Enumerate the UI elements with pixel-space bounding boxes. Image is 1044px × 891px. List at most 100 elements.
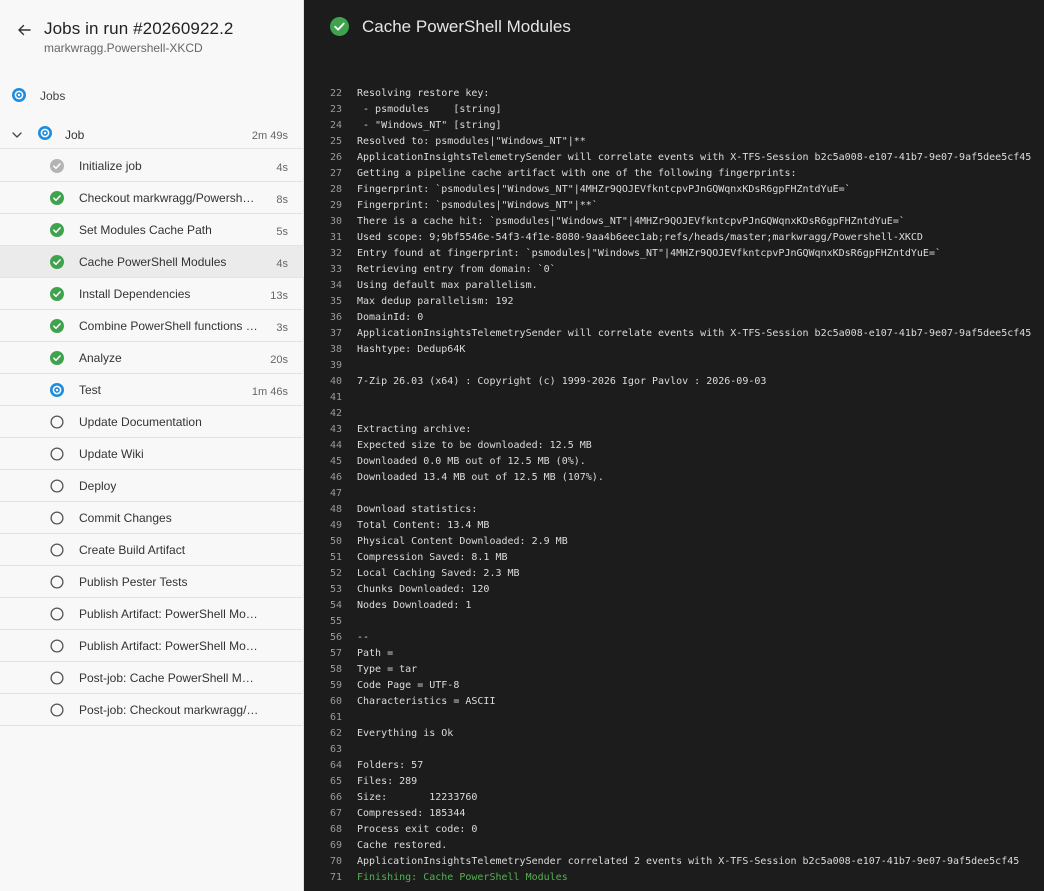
step-combine-powershell-functions-int[interactable]: Combine PowerShell functions int... 3s [0, 310, 304, 342]
step-publish-artifact-powershell-module[interactable]: Publish Artifact: PowerShell Module [0, 630, 304, 662]
log-line: 57 Path = [305, 646, 1044, 662]
log-line: 71 Finishing: Cache PowerShell Modules [305, 870, 1044, 886]
check-circle-icon [50, 159, 64, 173]
step-initialize-job[interactable]: Initialize job 4s [0, 150, 304, 182]
line-text: Fingerprint: `psmodules|"Windows_NT"|**` [357, 200, 598, 211]
check-circle-icon [50, 351, 64, 365]
log-line: 68 Process exit code: 0 [305, 822, 1044, 838]
line-number: 48 [329, 504, 342, 515]
line-text: DomainId: 0 [357, 312, 424, 323]
line-number: 40 [329, 376, 342, 387]
log-line: 59 Code Page = UTF-8 [305, 678, 1044, 694]
step-label: Create Build Artifact [79, 543, 186, 557]
step-label: Publish Artifact: PowerShell Module ... [79, 607, 259, 621]
log-line: 55 [305, 614, 1044, 630]
log-line: 27 Getting a pipeline cache artifact with… [305, 166, 1044, 182]
log-line: 69 Cache restored. [305, 838, 1044, 854]
jobs-section[interactable]: Jobs [0, 84, 304, 108]
line-number: 33 [329, 264, 342, 275]
arrow-left-icon[interactable] [16, 22, 32, 38]
step-publish-pester-tests[interactable]: Publish Pester Tests [0, 566, 304, 598]
log-line: 65 Files: 289 [305, 774, 1044, 790]
step-set-modules-cache-path[interactable]: Set Modules Cache Path 5s [0, 214, 304, 246]
line-number: 46 [329, 472, 342, 483]
line-number: 50 [329, 536, 342, 547]
line-text: Resolved to: psmodules|"Windows_NT"|** [357, 136, 586, 147]
step-label: Set Modules Cache Path [79, 223, 212, 237]
step-post-job-cache-powershell-modules[interactable]: Post-job: Cache PowerShell Modules [0, 662, 304, 694]
line-text: Finishing: Cache PowerShell Modules [357, 872, 568, 883]
line-text: Code Page = UTF-8 [357, 680, 460, 691]
step-update-documentation[interactable]: Update Documentation [0, 406, 304, 438]
empty-circle-icon [50, 575, 64, 589]
line-text: Fingerprint: `psmodules|"Windows_NT"|4MH… [357, 184, 851, 195]
log-line: 67 Compressed: 185344 [305, 806, 1044, 822]
line-text: Compression Saved: 8.1 MB [357, 552, 508, 563]
step-publish-artifact-powershell-module[interactable]: Publish Artifact: PowerShell Module ... [0, 598, 304, 630]
line-number: 41 [329, 392, 342, 403]
line-number: 51 [329, 552, 342, 563]
log-line: 23 - psmodules [string] [305, 102, 1044, 118]
line-number: 58 [329, 664, 342, 675]
line-text: Process exit code: 0 [357, 824, 478, 835]
running-spinner-icon [50, 383, 64, 397]
step-label: Initialize job [79, 159, 142, 173]
empty-circle-icon [50, 703, 64, 717]
log-line: 56 -- [305, 630, 1044, 646]
line-text: Local Caching Saved: 2.3 MB [357, 568, 520, 579]
step-commit-changes[interactable]: Commit Changes [0, 502, 304, 534]
job-row[interactable]: Job 2m 49s [0, 122, 304, 149]
step-deploy[interactable]: Deploy [0, 470, 304, 502]
step-cache-powershell-modules[interactable]: Cache PowerShell Modules 4s [0, 246, 304, 278]
line-number: 60 [329, 696, 342, 707]
step-label: Cache PowerShell Modules [79, 255, 227, 269]
step-duration: 13s [270, 290, 288, 302]
step-install-dependencies[interactable]: Install Dependencies 13s [0, 278, 304, 310]
line-text: - psmodules [string] [357, 104, 502, 115]
log-line: 49 Total Content: 13.4 MB [305, 518, 1044, 534]
log-line: 62 Everything is Ok [305, 726, 1044, 742]
empty-circle-icon [50, 607, 64, 621]
job-duration: 2m 49s [251, 130, 288, 142]
log-line: 24 - "Windows_NT" [string] [305, 118, 1044, 134]
log-line: 31 Used scope: 9;9bf5546e-54f3-4f1e-8080-… [305, 230, 1044, 246]
step-duration: 4s [276, 258, 288, 270]
log-line: 34 Using default max parallelism. [305, 278, 1044, 294]
log-line: 66 Size: 12233760 [305, 790, 1044, 806]
chevron-down-icon[interactable] [10, 128, 24, 142]
line-number: 26 [329, 152, 342, 163]
log-output[interactable]: 22 Resolving restore key: 23 - psmodules [… [305, 72, 1044, 891]
log-line: 61 [305, 710, 1044, 726]
line-number: 22 [329, 88, 342, 99]
log-line: 28 Fingerprint: `psmodules|"Windows_NT"|4… [305, 182, 1044, 198]
step-analyze[interactable]: Analyze 20s [0, 342, 304, 374]
step-test[interactable]: Test 1m 46s [0, 374, 304, 406]
line-text: Cache restored. [357, 840, 448, 851]
log-line: 42 [305, 406, 1044, 422]
log-line: 70 ApplicationInsightsTelemetrySender cor… [305, 854, 1044, 870]
step-label: Commit Changes [79, 511, 172, 525]
empty-circle-icon [50, 671, 64, 685]
log-line: 52 Local Caching Saved: 2.3 MB [305, 566, 1044, 582]
line-number: 63 [329, 744, 342, 755]
log-panel: Cache PowerShell Modules 22 Resolving res… [305, 0, 1044, 891]
line-text: Downloaded 0.0 MB out of 12.5 MB (0%). [357, 456, 586, 467]
line-number: 45 [329, 456, 342, 467]
line-number: 70 [329, 856, 342, 867]
line-number: 68 [329, 824, 342, 835]
line-text: -- [357, 632, 370, 643]
step-duration: 20s [270, 354, 288, 366]
line-text: Max dedup parallelism: 192 [357, 296, 514, 307]
step-post-job-checkout-markwragg-pow[interactable]: Post-job: Checkout markwragg/Pow... [0, 694, 304, 726]
repo-name: markwragg.Powershell-XKCD [44, 41, 203, 55]
line-number: 43 [329, 424, 342, 435]
line-number: 39 [329, 360, 342, 371]
line-text: Resolving restore key: [357, 88, 490, 99]
step-label: Publish Pester Tests [79, 575, 188, 589]
step-checkout-markwragg-powershell[interactable]: Checkout markwragg/Powershell-... 8s [0, 182, 304, 214]
step-update-wiki[interactable]: Update Wiki [0, 438, 304, 470]
step-create-build-artifact[interactable]: Create Build Artifact [0, 534, 304, 566]
line-number: 56 [329, 632, 342, 643]
line-number: 61 [329, 712, 342, 723]
step-duration: 8s [276, 194, 288, 206]
